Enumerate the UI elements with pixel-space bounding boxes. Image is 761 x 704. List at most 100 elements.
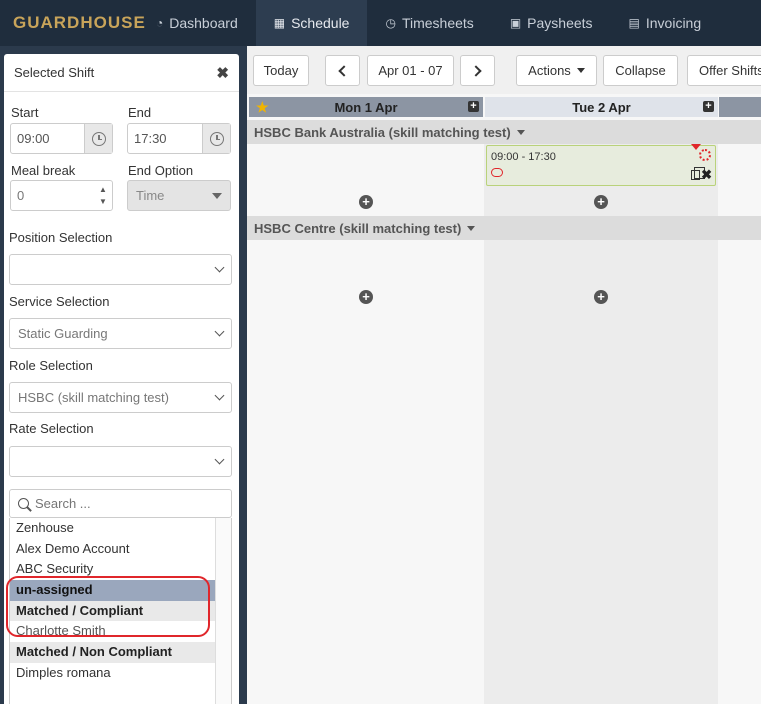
prev-week-button[interactable] — [325, 55, 360, 86]
start-time-value: 09:00 — [17, 131, 50, 146]
close-icon[interactable]: ✖ — [216, 64, 229, 82]
collapse-button[interactable]: Collapse — [603, 55, 678, 86]
role-value: HSBC (skill matching test) — [18, 390, 169, 405]
end-option-label: End Option — [128, 163, 194, 178]
clock-icon — [209, 131, 224, 146]
nav-timesheets-label: Timesheets — [401, 15, 474, 31]
list-item[interactable]: Charlotte Smith — [10, 621, 217, 642]
stepper-down-icon[interactable]: ▼ — [99, 196, 107, 208]
next-week-button[interactable] — [460, 55, 495, 86]
mon-column-site2[interactable] — [247, 240, 483, 704]
list-item[interactable]: Dimples romana — [10, 663, 217, 684]
site-name: HSBC Centre (skill matching test) — [254, 220, 462, 236]
shift-time: 09:00 - 17:30 — [491, 151, 556, 163]
panel-title: Selected Shift — [14, 65, 95, 80]
search-icon — [18, 498, 29, 509]
star-icon[interactable]: ★ — [256, 99, 269, 116]
site-name: HSBC Bank Australia (skill matching test… — [254, 124, 511, 140]
position-select[interactable] — [9, 254, 232, 285]
end-label: End — [128, 105, 152, 120]
staff-list[interactable]: Zenhouse Alex Demo Account ABC Security … — [9, 518, 232, 704]
logo[interactable]: GUARDHOUSE — [0, 13, 150, 33]
position-label: Position Selection — [9, 230, 113, 245]
calendar-icon: ▦ — [273, 16, 286, 30]
date-range-button[interactable]: Apr 01 - 07 — [367, 55, 454, 86]
role-label: Role Selection — [9, 358, 93, 373]
add-shift-icon[interactable]: + — [594, 195, 608, 209]
list-item[interactable]: ABC Security — [10, 559, 217, 580]
tue-column-site2[interactable] — [484, 240, 718, 704]
nav-invoicing[interactable]: ▤ Invoicing — [611, 0, 720, 46]
money-icon: ▣ — [509, 16, 522, 30]
search-input[interactable] — [35, 496, 215, 511]
flag-icon — [691, 144, 701, 150]
close-icon[interactable]: ✖ — [701, 167, 712, 183]
end-time-field[interactable]: 17:30 — [127, 123, 231, 154]
today-button[interactable]: Today — [253, 55, 309, 86]
nav-dashboard-label: Dashboard — [169, 15, 238, 31]
end-time-value: 17:30 — [134, 131, 167, 146]
staff-search[interactable] — [9, 489, 232, 518]
list-scrollbar[interactable] — [215, 518, 231, 704]
shift-card[interactable]: 09:00 - 17:30 ✖ — [486, 144, 716, 186]
list-group-header: Matched / Non Compliant — [10, 642, 217, 663]
service-select[interactable]: Static Guarding — [9, 318, 232, 349]
add-day-icon[interactable]: + — [468, 101, 479, 112]
add-shift-icon[interactable]: + — [594, 290, 608, 304]
site-row[interactable]: HSBC Centre (skill matching test) — [247, 216, 761, 240]
add-shift-icon[interactable]: + — [359, 290, 373, 304]
comment-icon[interactable] — [491, 168, 503, 177]
offer-shifts-button[interactable]: Offer Shifts — [687, 55, 761, 86]
gear-icon[interactable] — [699, 149, 711, 161]
meal-break-input[interactable] — [11, 181, 94, 210]
start-time-field[interactable]: 09:00 — [10, 123, 113, 154]
nav-dashboard[interactable]: ◔ Dashboard — [150, 0, 256, 46]
clock-icon — [91, 131, 106, 146]
chevron-down-icon — [214, 326, 225, 337]
meal-break-stepper[interactable]: ▲ ▼ — [10, 180, 113, 211]
nav-paysheets[interactable]: ▣ Paysheets — [492, 0, 611, 46]
selected-shift-panel: Selected Shift ✖ Start 09:00 End 17:30 M… — [4, 54, 239, 704]
wed-column-site2[interactable] — [719, 240, 761, 704]
caret-down-icon — [212, 192, 222, 199]
day-header-wed[interactable] — [719, 97, 761, 117]
site-row[interactable]: HSBC Bank Australia (skill matching test… — [247, 120, 761, 144]
clock-icon: ◷ — [385, 16, 396, 30]
start-clock-button[interactable] — [84, 124, 112, 153]
stepper-arrows[interactable]: ▲ ▼ — [94, 184, 112, 208]
rate-select[interactable] — [9, 446, 232, 477]
dashboard-icon: ◔ — [156, 16, 164, 30]
day-label-tue: Tue 2 Apr — [572, 99, 631, 115]
nav-schedule[interactable]: ▦ Schedule — [255, 0, 368, 46]
day-header-mon[interactable]: ★ Mon 1 Apr + — [249, 97, 483, 117]
panel-header: Selected Shift ✖ — [4, 54, 239, 92]
role-select[interactable]: HSBC (skill matching test) — [9, 382, 232, 413]
end-option-value: Time — [136, 188, 165, 203]
copy-icon[interactable] — [691, 167, 705, 180]
service-label: Service Selection — [9, 294, 110, 309]
list-item[interactable]: Zenhouse — [10, 518, 217, 539]
end-clock-button[interactable] — [202, 124, 230, 153]
nav-timesheets[interactable]: ◷ Timesheets — [367, 0, 491, 46]
add-day-icon[interactable]: + — [703, 101, 714, 112]
actions-label: Actions — [528, 63, 571, 78]
caret-down-icon[interactable] — [516, 129, 525, 135]
top-nav: GUARDHOUSE ◔ Dashboard ▦ Schedule ◷ Time… — [0, 0, 761, 46]
add-shift-icon[interactable]: + — [359, 195, 373, 209]
stepper-up-icon[interactable]: ▲ — [99, 184, 107, 196]
caret-down-icon — [576, 68, 585, 73]
chevron-right-icon — [470, 64, 482, 77]
day-header-tue[interactable]: Tue 2 Apr + — [485, 97, 718, 117]
staff-list-items: Zenhouse Alex Demo Account ABC Security … — [10, 518, 217, 684]
invoice-icon: ▤ — [628, 16, 640, 30]
nav-invoicing-label: Invoicing — [645, 15, 702, 31]
schedule-toolbar: Today Apr 01 - 07 Actions Collapse Offer… — [247, 46, 761, 94]
day-label-mon: Mon 1 Apr — [334, 99, 398, 115]
list-item-selected[interactable]: un-assigned — [10, 580, 217, 601]
meal-break-label: Meal break — [11, 163, 76, 178]
nav-paysheets-label: Paysheets — [527, 15, 593, 31]
actions-button[interactable]: Actions — [516, 55, 597, 86]
caret-down-icon[interactable] — [467, 225, 476, 231]
list-item[interactable]: Alex Demo Account — [10, 539, 217, 560]
start-label: Start — [11, 105, 39, 120]
